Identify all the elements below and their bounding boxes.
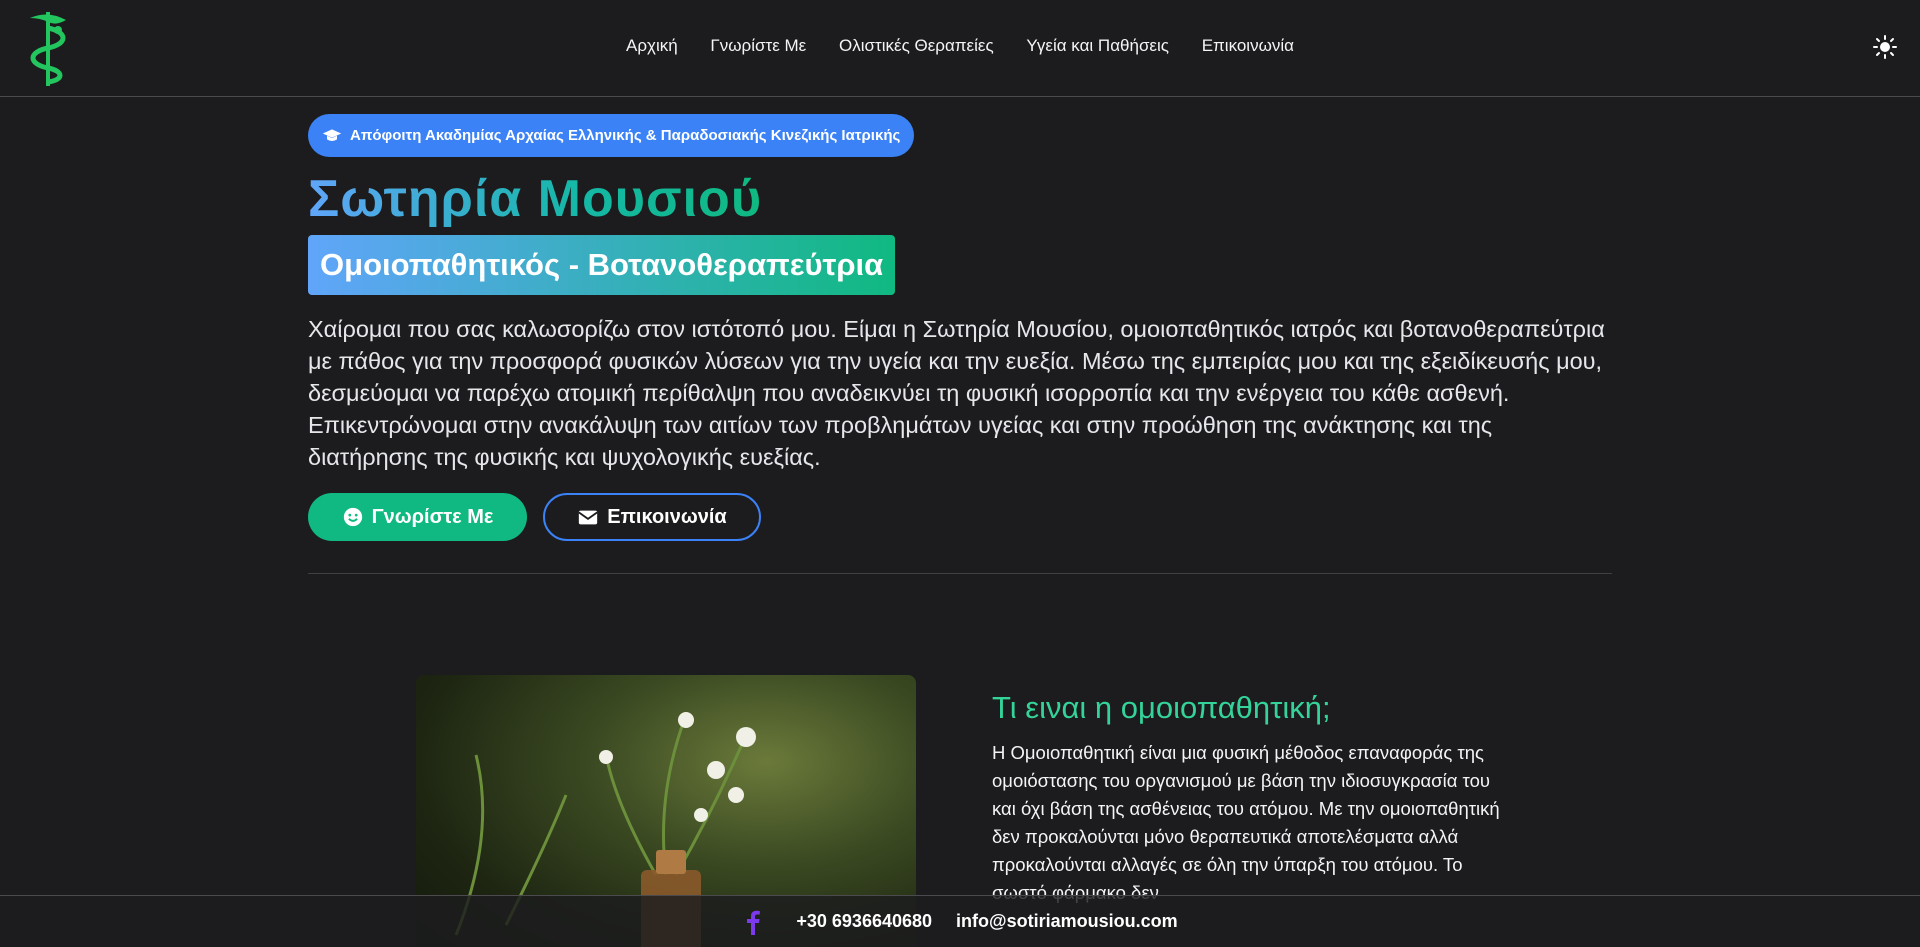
email-address[interactable]: info@sotiriamousiou.com bbox=[956, 911, 1178, 932]
site-header: Αρχική Γνωρίστε Με Ολιστικές Θεραπείες Υ… bbox=[0, 0, 1920, 97]
about-me-label: Γνωρίστε Με bbox=[371, 505, 494, 528]
phone-number[interactable]: +30 6936640680 bbox=[796, 911, 932, 932]
contact-bar: +30 6936640680 info@sotiriamousiou.com bbox=[0, 895, 1920, 947]
contact-button[interactable]: Επικοινωνία bbox=[543, 493, 761, 541]
nav-home[interactable]: Αρχική bbox=[626, 36, 678, 56]
intro-paragraph: Χαίρομαι που σας καλωσορίζω στον ιστότοπ… bbox=[308, 316, 1605, 470]
homeopathy-text: Η Ομοιοπαθητική είναι μια φυσική μέθοδος… bbox=[992, 742, 1500, 903]
envelope-icon bbox=[578, 510, 598, 525]
contact-label: Επικοινωνία bbox=[607, 505, 727, 528]
badge-text: Απόφοιτη Ακαδημίας Αρχαίας Ελληνικής & Π… bbox=[350, 127, 901, 144]
nav-health-conditions[interactable]: Υγεία και Παθήσεις bbox=[1026, 36, 1169, 56]
section-divider bbox=[308, 573, 1612, 574]
about-me-button[interactable]: Γνωρίστε Με bbox=[308, 493, 527, 541]
facebook-icon[interactable] bbox=[742, 909, 764, 935]
main-nav: Αρχική Γνωρίστε Με Ολιστικές Θεραπείες Υ… bbox=[0, 36, 1920, 56]
profession-title: Ομοιοπαθητικός - Βοτανοθεραπεύτρια bbox=[308, 235, 896, 295]
hero-section: Απόφοιτη Ακαδημίας Αρχαίας Ελληνικής & Π… bbox=[308, 114, 1612, 541]
nav-contact[interactable]: Επικοινωνία bbox=[1202, 36, 1294, 56]
page-title: Σωτηρία Μουσιού bbox=[308, 170, 763, 228]
smile-icon bbox=[343, 507, 362, 527]
homeopathy-title: Τι ειναι η ομοιοπαθητική; bbox=[992, 690, 1331, 725]
nav-about[interactable]: Γνωρίστε Με bbox=[710, 36, 806, 56]
sun-icon[interactable] bbox=[1872, 34, 1898, 60]
hero-buttons: Γνωρίστε Με Επικοινωνία bbox=[308, 493, 1612, 541]
graduation-cap-icon bbox=[322, 128, 342, 141]
nav-holistic-therapies[interactable]: Ολιστικές Θεραπείες bbox=[839, 36, 994, 56]
graduate-badge: Απόφοιτη Ακαδημίας Αρχαίας Ελληνικής & Π… bbox=[308, 114, 915, 157]
